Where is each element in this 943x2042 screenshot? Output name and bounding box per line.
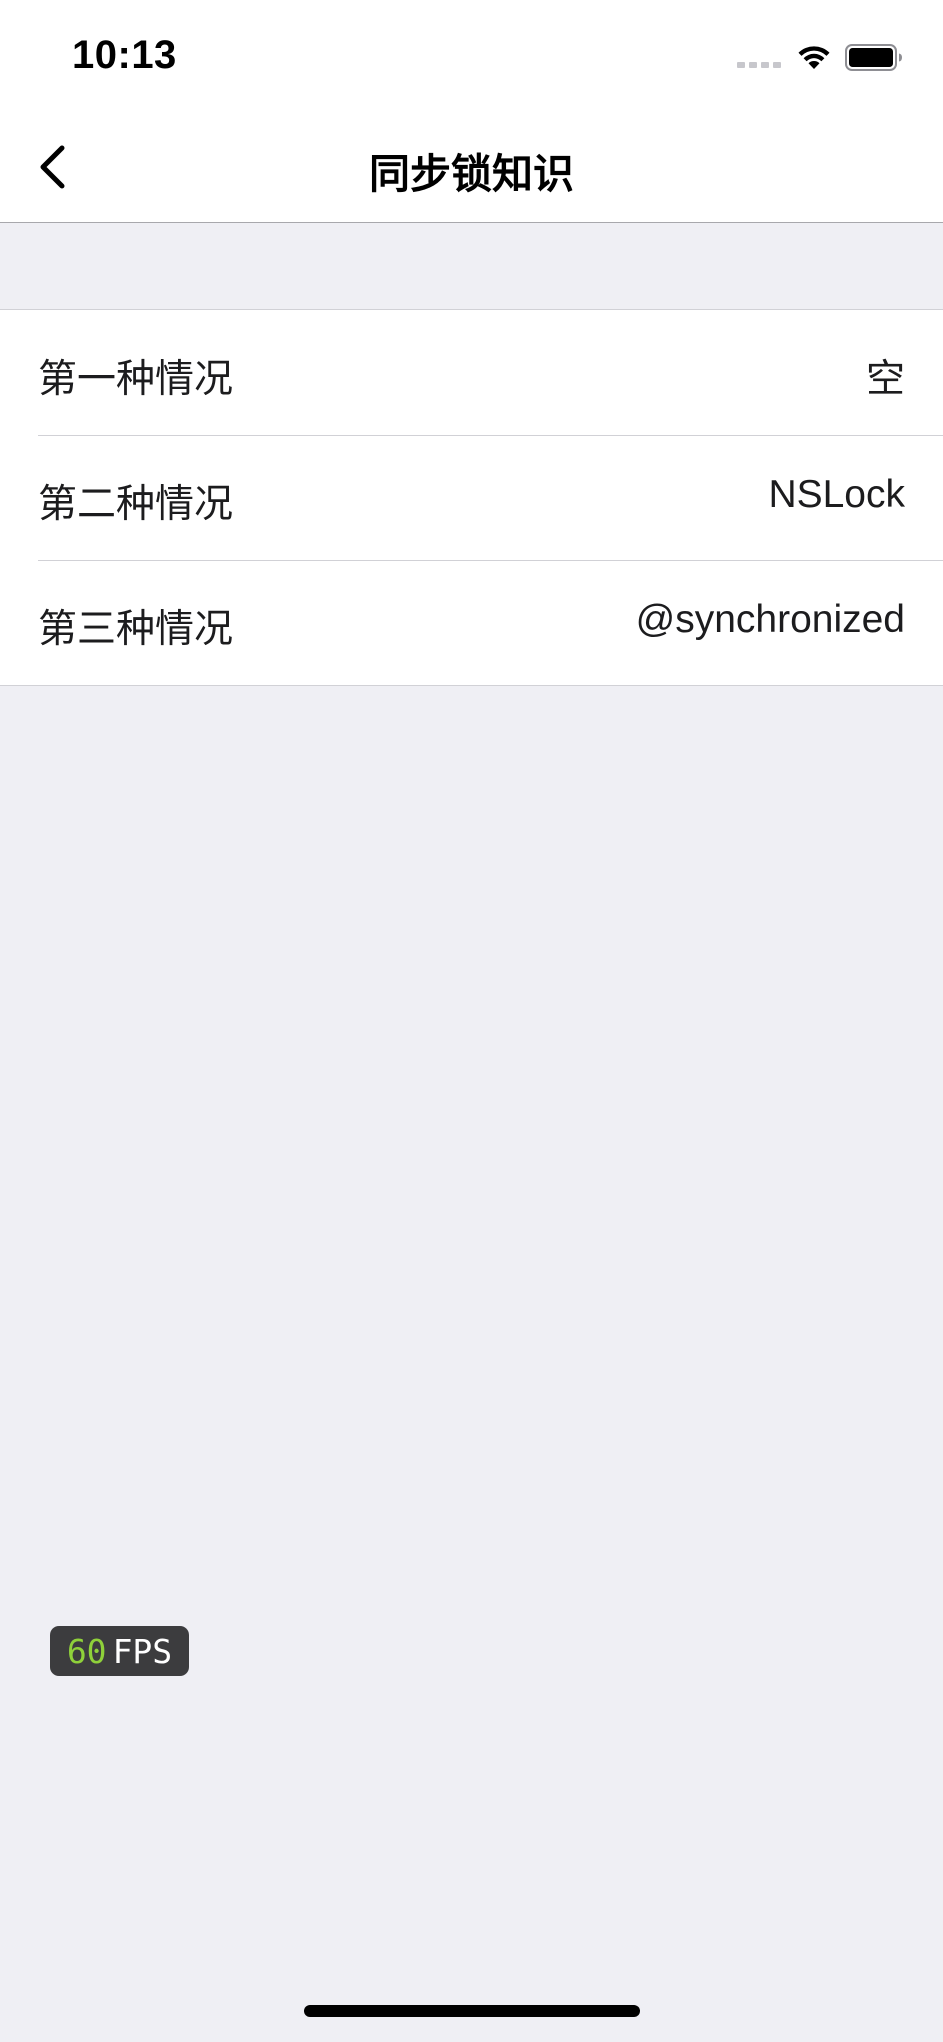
table-row-case-1[interactable]: 第一种情况 空 xyxy=(0,310,943,435)
battery-icon xyxy=(845,44,903,71)
lock-cases-table: 第一种情况 空 第二种情况 NSLock 第三种情况 @synchronized xyxy=(0,309,943,686)
row-title: 第三种情况 xyxy=(38,607,234,652)
home-indicator[interactable] xyxy=(304,2005,640,2017)
navigation-bar: 同步锁知识 xyxy=(0,110,943,223)
fps-label: FPS xyxy=(112,1631,173,1671)
row-title: 第一种情况 xyxy=(38,357,234,402)
row-detail: NSLock xyxy=(768,473,905,516)
table-row-case-3[interactable]: 第三种情况 @synchronized xyxy=(0,560,943,685)
table-row-case-2[interactable]: 第二种情况 NSLock xyxy=(0,435,943,560)
status-bar: 10:13 xyxy=(0,0,943,110)
page-title: 同步锁知识 xyxy=(369,150,574,198)
row-detail: 空 xyxy=(865,358,905,401)
row-detail: @synchronized xyxy=(635,598,905,641)
app-screen: 10:13 同步锁知识 第一种情况 空 第二种情况 NSLock 第三种情况 @… xyxy=(0,0,943,2042)
row-title: 第二种情况 xyxy=(38,482,234,527)
wifi-icon xyxy=(796,42,832,70)
fps-value: 60 xyxy=(66,1631,107,1671)
fps-badge: 60 FPS xyxy=(50,1626,189,1676)
cellular-signal-icon xyxy=(737,62,783,70)
status-time: 10:13 xyxy=(72,33,177,77)
